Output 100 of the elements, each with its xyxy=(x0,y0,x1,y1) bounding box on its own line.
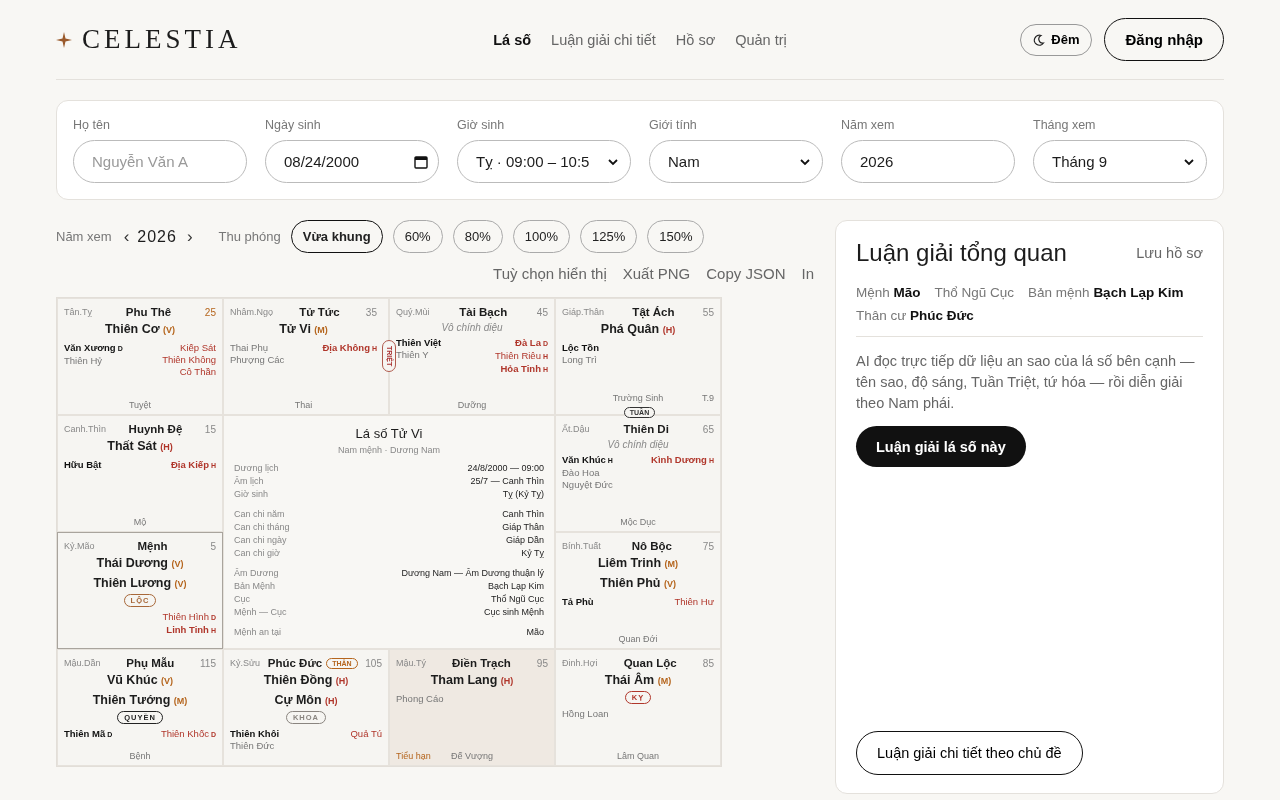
palace-name: Điền Trạch xyxy=(452,657,511,669)
age-label: 65 xyxy=(702,423,714,435)
info-label: Can chi năm xyxy=(234,508,285,521)
field-label: Tháng xem xyxy=(1033,118,1097,132)
star-label: Vũ Khúc (V) xyxy=(105,673,175,689)
prev-year-button[interactable]: ‹ xyxy=(123,226,130,247)
star-name: Thiên Đức xyxy=(230,740,276,752)
age-label: 85 xyxy=(702,657,714,669)
palace-cell[interactable]: Mậu.Tý Điền Trạch 95 Tham Lang (H) Phong Cáo Tiểu hạn Đế Vượng xyxy=(389,649,555,766)
star-name: Thai Phụ xyxy=(230,342,270,354)
calendar-icon[interactable] xyxy=(414,154,428,169)
no-main-star-label: Vô chính diệu xyxy=(440,322,504,333)
life-stage-label: Dưỡng xyxy=(457,400,487,410)
age-label: 25 xyxy=(204,306,216,318)
info-value: Thổ Ngũ Cục xyxy=(490,593,544,606)
toolbar-link[interactable]: Xuất PNG xyxy=(622,265,691,282)
palace-name: Nô Bộc xyxy=(631,540,672,552)
info-label: Bản Mệnh xyxy=(234,580,276,593)
info-value: 24/8/2000 — 09:00 xyxy=(467,462,544,475)
palace-name: Phụ Mẫu xyxy=(126,657,175,669)
field-label: Năm xem xyxy=(841,118,896,132)
toolbar-link[interactable]: In xyxy=(801,265,814,282)
palace-name: Phúc Đức xyxy=(267,657,323,669)
star-name: Thiên Y xyxy=(396,349,430,361)
star-name: Hữu Bật xyxy=(64,459,102,471)
star-label: Thái Âm (M) xyxy=(603,673,673,689)
info-value: Giáp Dần xyxy=(505,534,544,547)
info-label: Cục xyxy=(234,593,250,606)
can-chi-label: Canh.Thìn xyxy=(64,424,107,434)
star-name: Kiếp Sát xyxy=(180,342,216,354)
info-value: Tỵ (Kỷ Tỵ) xyxy=(502,488,544,501)
nav-link[interactable]: Lá số xyxy=(493,31,532,48)
palace-name: Tử Tức xyxy=(299,306,340,318)
life-stage-label: Bệnh xyxy=(129,751,151,761)
fact-text: Thân cư Phúc Đức xyxy=(856,308,974,323)
can-chi-label: Quý.Mùi xyxy=(396,307,430,317)
info-label: Âm Dương xyxy=(234,567,279,580)
period-label: Tiểu hạn xyxy=(396,751,431,761)
field-label: Giờ sinh xyxy=(457,118,506,132)
palace-name: Huynh Đệ xyxy=(128,423,183,435)
star-name: Lộc Tồn xyxy=(562,342,599,354)
toolbar-link[interactable]: Copy JSON xyxy=(706,265,786,282)
star-name: Nguyệt Đức xyxy=(562,479,613,491)
star-label: Thất Sát (H) xyxy=(106,439,174,455)
age-label: 115 xyxy=(200,657,216,669)
age-label: 55 xyxy=(702,306,714,318)
interpret-button[interactable]: Luận giải lá số này xyxy=(856,426,1026,467)
info-value: 25/7 — Canh Thìn xyxy=(470,475,544,488)
fact-text: Mệnh Mão xyxy=(856,285,921,300)
star-name: Phượng Các xyxy=(230,354,285,366)
year-label: Năm xem xyxy=(56,229,112,244)
life-stage-label: Tuyệt xyxy=(128,400,152,410)
star-name: Thiên Khôi xyxy=(230,728,280,740)
logo-text[interactable]: CELESTIA xyxy=(82,24,242,55)
month-label: T.9 xyxy=(702,393,714,403)
info-value: Giáp Thân xyxy=(502,521,544,534)
palace-name: Tật Ách xyxy=(632,306,675,318)
age-label: 75 xyxy=(702,540,714,552)
info-label: Mệnh — Cục xyxy=(234,606,287,619)
info-label: Giờ sinh xyxy=(234,488,268,501)
nav-link[interactable]: Luận giải chi tiết xyxy=(551,31,656,48)
star-label: Thiên Tướng (M) xyxy=(91,693,189,709)
sparkle-icon xyxy=(56,31,72,48)
star-label: Thiên Đồng (H) xyxy=(262,673,350,689)
star-label: Thiên Phủ (V) xyxy=(599,576,677,592)
info-value: Dương Nam — Âm Dương thuận lý xyxy=(401,567,544,580)
info-label: Âm lịch xyxy=(234,475,264,488)
moon-icon xyxy=(1033,33,1046,46)
info-label: Can chi tháng xyxy=(234,521,290,534)
age-label: 35 xyxy=(365,306,377,318)
info-value: Bạch Lạp Kim xyxy=(487,580,544,593)
info-value: Mão xyxy=(526,626,544,639)
field-label: Họ tên xyxy=(73,118,111,132)
age-label: 45 xyxy=(536,306,548,318)
age-label: 15 xyxy=(204,423,216,435)
nav-link[interactable]: Hồ sơ xyxy=(675,31,716,48)
star-label: Cự Môn (H) xyxy=(273,693,339,709)
save-profile-link[interactable]: Lưu hồ sơ xyxy=(1136,245,1203,261)
fact-text: Bản mệnh Bạch Lạp Kim xyxy=(1028,285,1184,300)
fact-text: Thổ Ngũ Cục xyxy=(934,285,1015,300)
star-name: Thiên Việt xyxy=(396,337,442,349)
age-label: 95 xyxy=(536,657,548,669)
can-chi-label: Tân.Tỵ xyxy=(64,307,92,317)
star-label: Thiên Lương (V) xyxy=(92,576,188,592)
star-name: Cô Thần xyxy=(179,366,216,378)
star-label: Tham Lang (H) xyxy=(429,673,515,689)
can-chi-label: Nhâm.Ngọ xyxy=(230,307,274,317)
star-name: Thiên Hỷ xyxy=(64,355,103,367)
next-year-button[interactable]: › xyxy=(186,226,193,247)
chart-title: Lá số Tử Vi xyxy=(354,426,424,441)
palace-name: Phu Thê xyxy=(125,306,172,318)
star-name: Tả Phù xyxy=(562,596,594,608)
palace-cell[interactable]: Bính.Tuất Nô Bộc 75 Liêm Trinh (M) Thiên Phủ (V) Tả Phù Thiên Hư Quan Đới xyxy=(555,532,721,649)
palace-name: Tài Bạch xyxy=(459,306,508,318)
toolbar-link[interactable]: Tuỳ chọn hiển thị xyxy=(493,265,607,282)
nav-link[interactable]: Quản trị xyxy=(735,31,787,48)
can-chi-label: Đinh.Hợi xyxy=(562,658,598,668)
palace-name: Quan Lộc xyxy=(623,657,677,669)
life-stage-label: Trường Sinh xyxy=(612,393,664,403)
star-label: Thái Dương (V) xyxy=(95,556,185,572)
